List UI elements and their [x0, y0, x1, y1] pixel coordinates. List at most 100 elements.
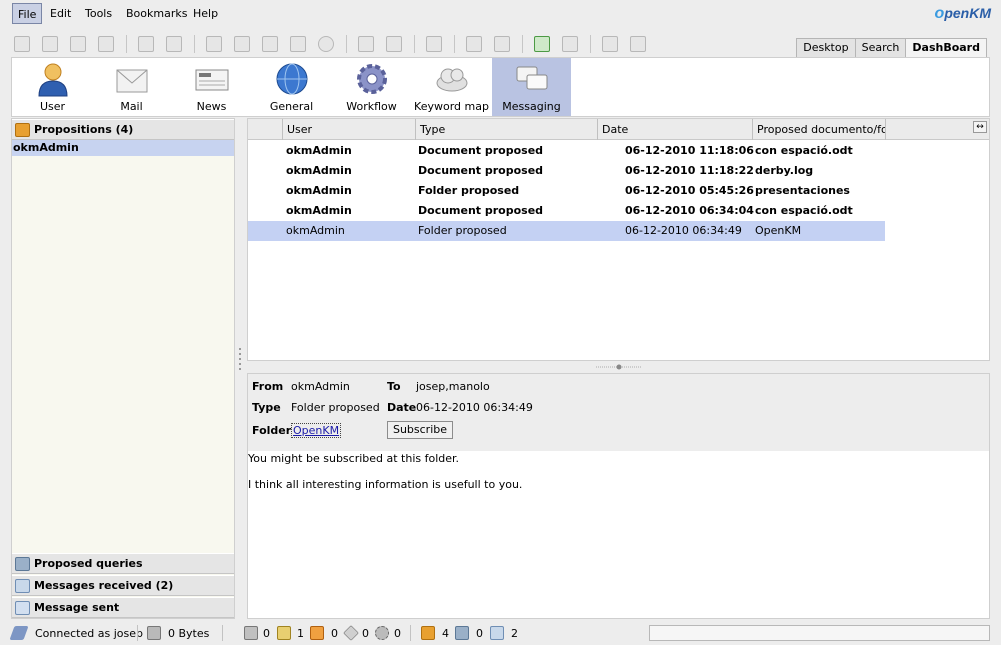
- message-line-1: You might be subscribed at this folder.: [248, 452, 460, 465]
- column-proposed-item[interactable]: Proposed documento/folder: [752, 119, 885, 140]
- add-document-icon[interactable]: [206, 36, 222, 52]
- table-row-selected[interactable]: okmAdmin Folder proposed 06-12-2010 06:3…: [248, 221, 885, 241]
- column-date[interactable]: Date: [597, 119, 752, 140]
- export-icon[interactable]: [602, 36, 618, 52]
- unlock-icon[interactable]: [166, 36, 182, 52]
- trash-icon: [147, 626, 161, 640]
- tag-icon[interactable]: [343, 625, 359, 641]
- globe-icon: [276, 63, 307, 95]
- checkout-documents-icon[interactable]: [277, 626, 291, 640]
- list-item-user[interactable]: okmAdmin: [12, 140, 234, 156]
- vertical-splitter[interactable]: [237, 345, 242, 385]
- horizontal-splitter[interactable]: [596, 364, 642, 370]
- print-icon[interactable]: [630, 36, 646, 52]
- locked-documents-icon[interactable]: [244, 626, 258, 640]
- remove-property-group-icon[interactable]: [386, 36, 402, 52]
- table-row[interactable]: okmAdmin Document proposed 06-12-2010 11…: [248, 141, 885, 161]
- type-value: Folder proposed: [291, 401, 380, 414]
- stack-proposed-queries[interactable]: Proposed queries: [12, 553, 234, 574]
- toolbar-separator: [454, 35, 455, 53]
- toolbar-separator: [346, 35, 347, 53]
- view-tabs: Desktop Search DashBoard: [796, 38, 987, 58]
- message-received-icon: [15, 579, 30, 593]
- delete-icon[interactable]: [318, 36, 334, 52]
- add-subscription-icon[interactable]: [466, 36, 482, 52]
- stack-message-sent[interactable]: Message sent: [12, 597, 234, 618]
- from-value: okmAdmin: [291, 380, 350, 393]
- messaging-stack-panel: Propositions (4) okmAdmin Proposed queri…: [11, 118, 235, 619]
- table-row[interactable]: okmAdmin Document proposed 06-12-2010 06…: [248, 201, 885, 221]
- menu-tools[interactable]: Tools: [80, 3, 117, 24]
- refresh-icon[interactable]: [534, 36, 550, 52]
- lock-icon[interactable]: [138, 36, 154, 52]
- toolbar-separator: [194, 35, 195, 53]
- status-bar: Connected as josep 0 Bytes 0 1 0 0 0 4 0…: [0, 621, 1001, 645]
- start-workflow-icon[interactable]: [426, 36, 442, 52]
- checkout-count: 1: [297, 627, 304, 640]
- proposition-detail: From okmAdmin To josep,manolo Type Folde…: [247, 373, 990, 619]
- edit-document-icon[interactable]: [234, 36, 250, 52]
- propositions-table: User Type Date Proposed documento/folder…: [247, 118, 990, 361]
- stack-propositions[interactable]: Propositions (4): [12, 119, 234, 140]
- create-folder-icon[interactable]: [14, 36, 30, 52]
- column-type[interactable]: Type: [415, 119, 597, 140]
- menu-file[interactable]: File: [12, 3, 43, 24]
- toolbar-separator: [522, 35, 523, 53]
- find-folder-icon[interactable]: [42, 36, 58, 52]
- toolbar-separator: [126, 35, 127, 53]
- connection-icon: [9, 626, 29, 640]
- home-icon[interactable]: [562, 36, 578, 52]
- detail-header: From okmAdmin To josep,manolo Type Folde…: [248, 374, 989, 451]
- find-similar-icon[interactable]: [98, 36, 114, 52]
- status-separator: [137, 625, 138, 641]
- cloud-icon: [436, 68, 467, 92]
- remove-subscription-icon[interactable]: [494, 36, 510, 52]
- workflow-count: 0: [394, 627, 401, 640]
- subscribe-button[interactable]: Subscribe: [387, 421, 453, 439]
- toolbar-separator: [414, 35, 415, 53]
- message-line-2: I think all interesting information is u…: [248, 478, 523, 491]
- chat-bubbles-icon: [516, 66, 547, 90]
- menu-bar: File Edit Tools Bookmarks Help openKM: [0, 0, 1001, 27]
- mail-count: 0: [331, 627, 338, 640]
- tool-messaging[interactable]: Messaging: [492, 58, 571, 116]
- workflow-gear-icon[interactable]: [375, 626, 389, 640]
- status-separator: [410, 625, 411, 641]
- stack-messages-received[interactable]: Messages received (2): [12, 575, 234, 596]
- cancel-checkout-icon[interactable]: [290, 36, 306, 52]
- dashboard-tool-panel: User Mail News General Workflow Keyword …: [11, 57, 990, 117]
- tool-mail[interactable]: Mail: [92, 58, 171, 116]
- date-label: Date: [387, 401, 417, 414]
- proposed-queries-icon[interactable]: [455, 626, 469, 640]
- checkin-icon[interactable]: [262, 36, 278, 52]
- messages-count: 2: [511, 627, 518, 640]
- column-user[interactable]: User: [282, 119, 415, 140]
- tab-desktop[interactable]: Desktop: [796, 38, 856, 58]
- locked-count: 0: [263, 627, 270, 640]
- menu-help[interactable]: Help: [188, 3, 223, 24]
- menu-edit[interactable]: Edit: [45, 3, 76, 24]
- column-resize-icon[interactable]: ↔: [973, 121, 987, 133]
- trash-size: 0 Bytes: [168, 627, 210, 640]
- add-property-group-icon[interactable]: [358, 36, 374, 52]
- folder-link[interactable]: OpenKM: [291, 423, 342, 438]
- column-icon: [248, 119, 282, 140]
- table-row[interactable]: okmAdmin Document proposed 06-12-2010 11…: [248, 161, 885, 181]
- tab-dashboard[interactable]: DashBoard: [905, 38, 987, 58]
- find-document-icon[interactable]: [70, 36, 86, 52]
- toolbar-separator: [590, 35, 591, 53]
- message-sent-icon: [15, 601, 30, 615]
- table-row[interactable]: okmAdmin Folder proposed 06-12-2010 05:4…: [248, 181, 885, 201]
- tool-general[interactable]: General: [252, 58, 331, 116]
- tool-keyword-map[interactable]: Keyword map: [412, 58, 491, 116]
- openkm-logo: openKM: [934, 5, 991, 22]
- menu-bookmarks[interactable]: Bookmarks: [121, 3, 192, 24]
- tool-workflow[interactable]: Workflow: [332, 58, 411, 116]
- messages-icon[interactable]: [490, 626, 504, 640]
- tool-news[interactable]: News: [172, 58, 251, 116]
- queries-count: 0: [476, 627, 483, 640]
- tool-user[interactable]: User: [13, 58, 92, 116]
- mail-notification-icon[interactable]: [310, 626, 324, 640]
- tab-search[interactable]: Search: [854, 38, 907, 58]
- propositions-icon[interactable]: [421, 626, 435, 640]
